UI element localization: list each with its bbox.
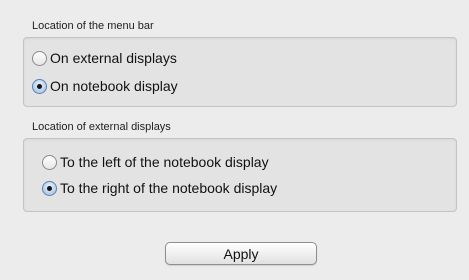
radio-option-label: To the right of the notebook display — [60, 180, 278, 196]
radio-option-right-of-notebook[interactable]: To the right of the notebook display — [42, 180, 277, 196]
radio-option-label: On notebook display — [50, 78, 178, 94]
radio-dot-icon — [47, 185, 52, 191]
radio-unchecked-icon[interactable] — [32, 50, 47, 66]
radio-option-label: To the left of the notebook display — [60, 154, 269, 170]
menu-bar-location-title: Location of the menu bar — [32, 20, 154, 32]
radio-option-notebook-display[interactable]: On notebook display — [32, 78, 178, 94]
external-displays-location-title: Location of external displays — [32, 121, 171, 133]
radio-option-left-of-notebook[interactable]: To the left of the notebook display — [42, 154, 269, 170]
menu-bar-location-group: On external displays On notebook display — [23, 37, 457, 107]
external-displays-location-group: To the left of the notebook display To t… — [23, 138, 457, 212]
radio-checked-icon[interactable] — [32, 78, 47, 94]
radio-option-label: On external displays — [50, 50, 177, 66]
radio-option-external-displays[interactable]: On external displays — [32, 50, 177, 66]
radio-unchecked-icon[interactable] — [42, 154, 57, 170]
radio-dot-icon — [37, 83, 42, 89]
radio-checked-icon[interactable] — [42, 180, 57, 196]
apply-button[interactable]: Apply — [165, 242, 317, 265]
